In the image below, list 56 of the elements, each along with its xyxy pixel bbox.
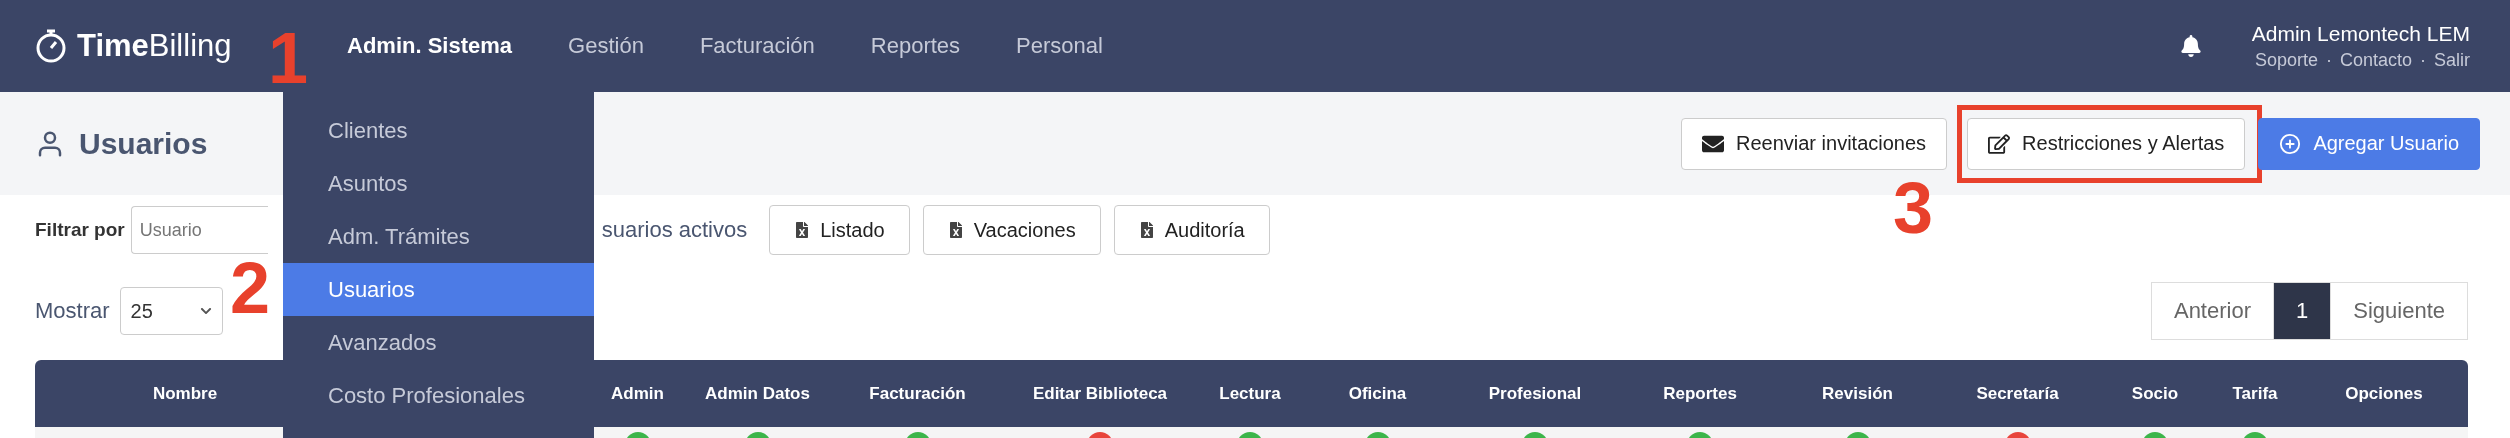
spreadsheet-icon: [1138, 222, 1155, 238]
dropdown-item[interactable]: Asuntos: [283, 157, 594, 210]
action-button[interactable]: Reenviar invitaciones: [1680, 117, 1948, 170]
filter-label: Filtrar por: [35, 219, 125, 241]
user-link[interactable]: Contacto: [2339, 49, 2412, 71]
dropdown-item[interactable]: Avanzados: [283, 316, 594, 369]
chevron-down-icon: [199, 305, 212, 317]
column-header: Nombre: [152, 382, 218, 405]
nav-menu-item[interactable]: Personal: [1016, 33, 1103, 59]
column-header: Editar Biblioteca: [1032, 382, 1168, 405]
step-number: 1: [268, 22, 309, 94]
search-field[interactable]: Usuario: [130, 206, 268, 254]
column-header: Lectura: [1219, 382, 1281, 405]
column-header: Admin: [611, 382, 664, 405]
column-header: Oficina: [1348, 382, 1407, 405]
dropdown-item[interactable]: Costo Profesionales: [283, 369, 594, 422]
user-name: Admin Lemontech LEM: [2251, 21, 2470, 46]
pagination-button[interactable]: 1: [2273, 283, 2331, 339]
show-label: Mostrar: [35, 298, 110, 324]
nav-menu-item[interactable]: Facturación: [699, 33, 815, 59]
column-header: Opciones: [2345, 382, 2423, 405]
logo-text[interactable]: TimeBilling: [77, 28, 232, 64]
active-users-label: suarios activos: [601, 217, 748, 243]
export-button[interactable]: Listado: [769, 205, 910, 255]
step-number: 3: [1893, 172, 1934, 244]
nav-menu-item[interactable]: Reportes: [870, 33, 961, 59]
stopwatch-icon: [35, 28, 67, 64]
edit-icon: [1988, 132, 2011, 155]
user-link[interactable]: Soporte: [2254, 49, 2318, 71]
spreadsheet-icon: [794, 222, 811, 238]
dropdown-item[interactable]: Clientes: [283, 104, 594, 157]
dropdown-item[interactable]: Adm. Trámites: [283, 210, 594, 263]
action-button[interactable]: Agregar Usuario: [2258, 117, 2480, 170]
step-number: 2: [230, 252, 271, 324]
column-header: Admin Datos: [705, 382, 810, 405]
column-header: Profesional: [1488, 382, 1582, 405]
plus-circle-icon: [2279, 132, 2302, 155]
column-header: Revisión: [1822, 382, 1893, 405]
separator-dot: ·: [2325, 49, 2332, 71]
export-button[interactable]: Auditoría: [1113, 205, 1270, 255]
column-header: Secretaría: [1976, 382, 2059, 405]
separator-dot: ·: [2420, 49, 2426, 71]
user-link[interactable]: Salir: [2434, 49, 2470, 71]
column-header: Tarifa: [2232, 382, 2278, 405]
column-header: Facturación: [869, 382, 966, 405]
action-button[interactable]: Restricciones y Alertas: [1967, 117, 2246, 170]
dropdown-item[interactable]: Usuarios: [283, 263, 594, 316]
bell-icon[interactable]: [2179, 35, 2202, 57]
spreadsheet-icon: [947, 222, 964, 238]
column-header: Socio: [2131, 382, 2179, 405]
page-title: Usuarios: [79, 126, 208, 161]
page-size-select[interactable]: 25: [119, 287, 223, 335]
column-header: Reportes: [1663, 382, 1737, 405]
nav-menu-item[interactable]: Gestión: [568, 33, 644, 59]
nav-menu-item[interactable]: Admin. Sistema: [347, 33, 513, 59]
export-button[interactable]: Vacaciones: [922, 205, 1101, 255]
